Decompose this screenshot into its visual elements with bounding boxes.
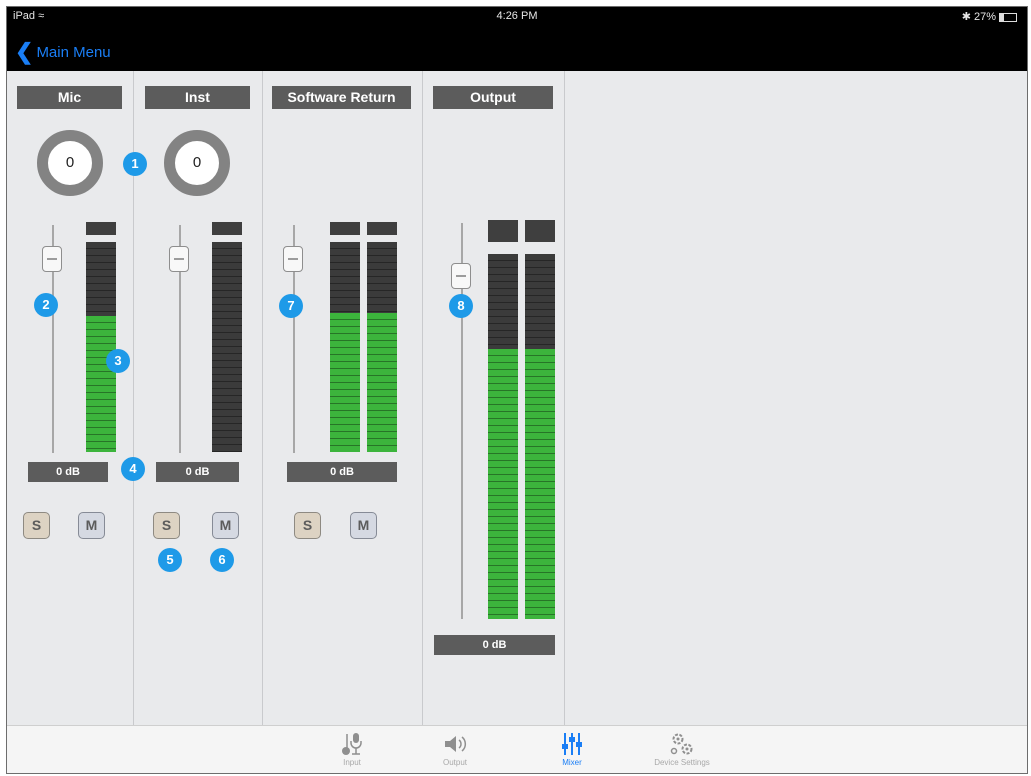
battery-status: ✱ 27% <box>962 10 1017 23</box>
software-return-mute-button[interactable]: M <box>350 512 377 539</box>
callout-6: 6 <box>210 548 234 572</box>
inst-mute-button[interactable]: M <box>212 512 239 539</box>
clock: 4:26 PM <box>496 10 538 22</box>
output-db-readout: 0 dB <box>434 635 555 655</box>
software-return-solo-button[interactable]: S <box>294 512 321 539</box>
tab-device-settings-label: Device Settings <box>654 758 710 767</box>
output-peak-left <box>488 220 518 242</box>
inst-gain-knob[interactable]: 0 <box>164 130 230 196</box>
mic-gain-knob[interactable]: 0 <box>37 130 103 196</box>
inst-db-readout: 0 dB <box>156 462 239 482</box>
callout-3: 3 <box>106 349 130 373</box>
output-meter-left <box>488 254 518 619</box>
navigation-bar: ❮ Main Menu <box>7 27 1027 71</box>
inst-fader-handle[interactable] <box>169 246 189 272</box>
tab-input-label: Input <box>343 758 361 767</box>
strip-divider <box>564 71 565 726</box>
app-window: iPad ≈ 4:26 PM ✱ 27% ❮ Main Menu Mic 0 0 … <box>6 6 1028 774</box>
callout-7: 7 <box>279 294 303 318</box>
back-button[interactable]: ❮ Main Menu <box>15 39 111 65</box>
gears-icon <box>642 730 722 758</box>
mic-channel-label: Mic <box>17 86 122 109</box>
output-meter-left-fill <box>488 348 518 619</box>
callout-5: 5 <box>158 548 182 572</box>
tab-output[interactable]: Output <box>415 730 495 767</box>
inst-solo-button[interactable]: S <box>153 512 180 539</box>
inst-channel-label: Inst <box>145 86 250 109</box>
tab-output-label: Output <box>442 758 467 767</box>
strip-divider <box>422 71 423 726</box>
mic-guitar-icon <box>312 730 392 758</box>
inst-peak-indicator <box>212 222 242 235</box>
back-button-label: Main Menu <box>36 44 111 61</box>
output-channel-label: Output <box>433 86 553 109</box>
tab-mixer-label: Mixer <box>562 758 582 767</box>
tab-input[interactable]: Input <box>312 730 392 767</box>
software-return-meter-left <box>330 242 360 452</box>
callout-2: 2 <box>34 293 58 317</box>
software-return-db-readout: 0 dB <box>287 462 397 482</box>
sliders-icon <box>532 730 612 758</box>
mic-fader-handle[interactable] <box>42 246 62 272</box>
output-meter-right <box>525 254 555 619</box>
chevron-left-icon: ❮ <box>15 39 34 64</box>
tab-device-settings[interactable]: Device Settings <box>642 730 722 767</box>
status-bar: iPad ≈ 4:26 PM ✱ 27% <box>7 7 1027 27</box>
mic-meter-fill <box>86 315 116 452</box>
battery-percent: 27% <box>973 11 996 23</box>
output-fader-handle[interactable] <box>451 263 471 289</box>
callout-4: 4 <box>121 457 145 481</box>
output-peak-right <box>525 220 555 242</box>
mic-mute-button[interactable]: M <box>78 512 105 539</box>
bluetooth-icon: ✱ <box>961 11 971 23</box>
tab-bar: Input Output Mixer Device Settings <box>7 725 1027 773</box>
mic-solo-button[interactable]: S <box>23 512 50 539</box>
mic-db-readout: 0 dB <box>28 462 108 482</box>
software-return-fader-handle[interactable] <box>283 246 303 272</box>
software-return-channel-label: Software Return <box>272 86 411 109</box>
callout-8: 8 <box>449 294 473 318</box>
software-return-peak-right <box>367 222 397 235</box>
software-return-meter-right <box>367 242 397 452</box>
speaker-icon <box>415 730 495 758</box>
strip-divider <box>262 71 263 726</box>
inst-level-meter <box>212 242 242 452</box>
mic-peak-indicator <box>86 222 116 235</box>
software-return-meter-right-fill <box>367 313 397 452</box>
tab-mixer[interactable]: Mixer <box>532 730 612 767</box>
output-meter-right-fill <box>525 348 555 619</box>
mic-level-meter <box>86 242 116 452</box>
software-return-meter-left-fill <box>330 313 360 452</box>
software-return-peak-left <box>330 222 360 235</box>
battery-icon <box>999 12 1017 22</box>
callout-1: 1 <box>123 152 147 176</box>
